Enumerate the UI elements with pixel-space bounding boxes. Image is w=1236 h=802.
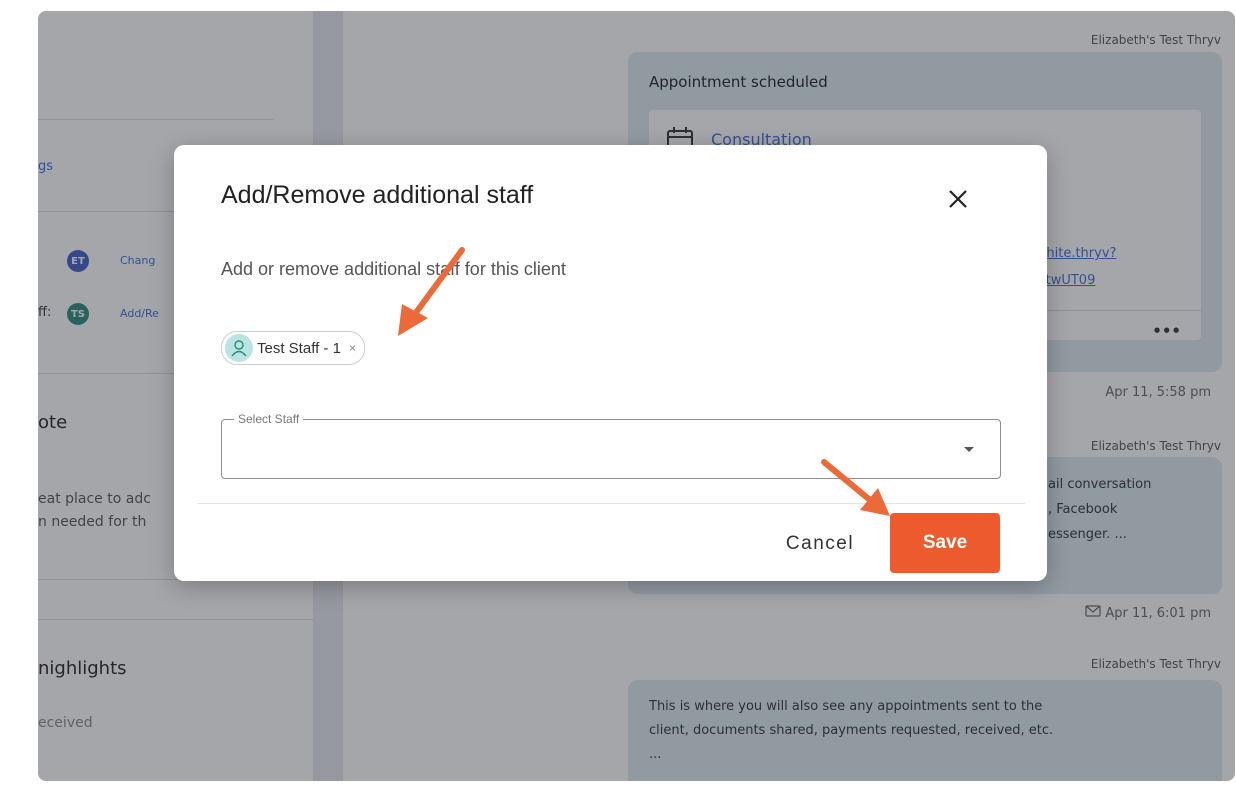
dialog-title: Add/Remove additional staff — [221, 181, 534, 209]
chip-label: Test Staff - 1 — [257, 339, 341, 357]
caret-down-icon — [964, 447, 974, 452]
dialog-subtitle: Add or remove additional staff for this … — [221, 259, 566, 279]
save-button[interactable]: Save — [890, 513, 1000, 573]
select-staff-dropdown[interactable]: Select Staff — [221, 412, 1001, 479]
staff-chip: Test Staff - 1 × — [221, 331, 365, 365]
user-icon — [225, 334, 253, 362]
dialog-footer-divider — [197, 503, 1025, 504]
close-icon — [948, 189, 968, 214]
cancel-button[interactable]: Cancel — [770, 515, 870, 573]
close-button[interactable] — [940, 183, 976, 219]
select-staff-label: Select Staff — [234, 412, 304, 426]
chip-remove-button[interactable]: × — [349, 341, 356, 355]
add-remove-staff-dialog: Add/Remove additional staff Add or remov… — [174, 145, 1047, 581]
